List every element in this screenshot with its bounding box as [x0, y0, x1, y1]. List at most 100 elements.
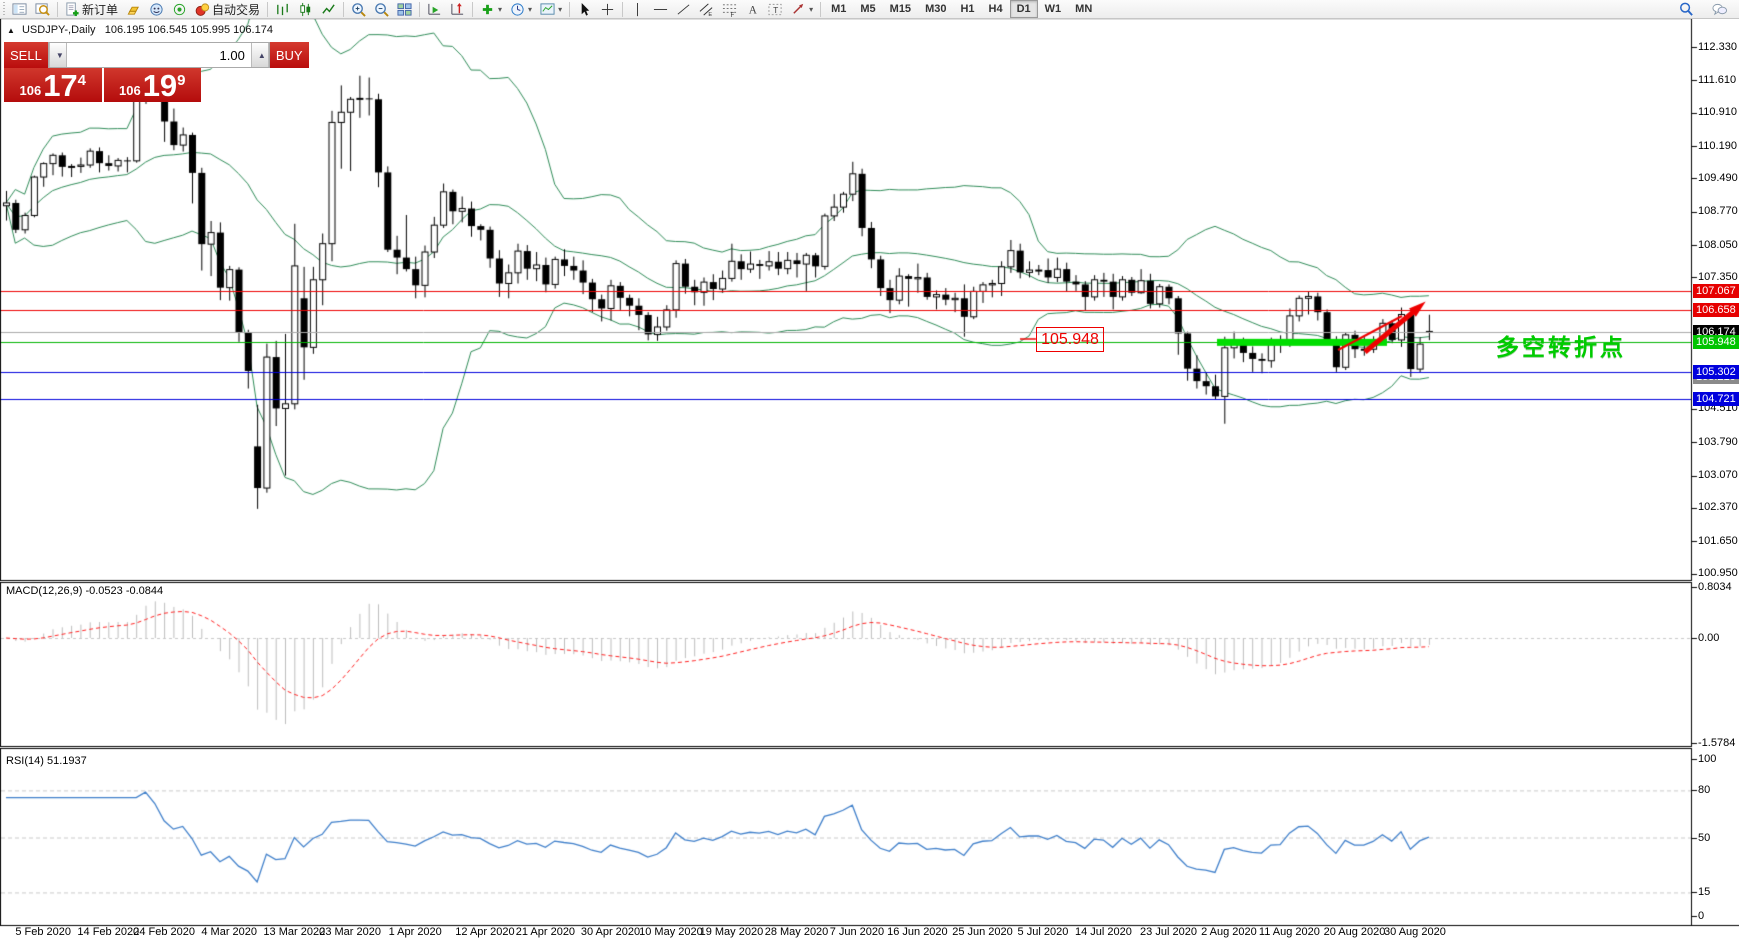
date-tick-label: 5 Jul 2020 — [1017, 926, 1069, 938]
crosshair-icon — [600, 2, 615, 17]
price-tick-label: 112.330 — [1698, 40, 1737, 53]
textA-icon: A — [745, 2, 760, 17]
caret-down-icon: ▼ — [55, 50, 64, 60]
data-window-button[interactable] — [31, 0, 54, 19]
one-click-trading-panel: SELL ▼ ▲ BUY 106 17 4 106 19 9 — [4, 42, 309, 103]
text-label-button[interactable]: T — [764, 0, 787, 19]
cursor-button[interactable] — [573, 0, 596, 19]
sell-price-pip: 4 — [77, 72, 87, 89]
equidistant-channel-button[interactable]: E — [695, 0, 718, 19]
date-tick-label: 19 May 2020 — [699, 926, 764, 938]
trend-turning-point-note[interactable]: 多空转折点 — [1496, 328, 1626, 362]
search-icon — [1679, 2, 1694, 17]
date-tick-label: 20 Aug 2020 — [1323, 926, 1386, 938]
indicators-button[interactable]: ▾ — [476, 0, 506, 19]
timeframe-m30-button[interactable]: M30 — [918, 0, 953, 18]
date-tick-label: 11 Aug 2020 — [1258, 926, 1320, 938]
candlestick-chart-button[interactable] — [294, 0, 317, 19]
shapes-icon — [791, 2, 806, 17]
indicator-tick-label: 80 — [1698, 783, 1711, 796]
buy-price-main: 19 — [142, 68, 178, 103]
chart-canvas[interactable] — [0, 0, 1739, 938]
timeframe-w1-button[interactable]: W1 — [1038, 0, 1069, 18]
gold-icon — [126, 2, 141, 17]
vertical-line-button[interactable] — [626, 0, 649, 19]
indicator-tick-label: 50 — [1698, 831, 1711, 844]
tile-icon — [397, 2, 412, 17]
timeframe-m5-button[interactable]: M5 — [853, 0, 882, 18]
date-tick-label: 24 Feb 2020 — [133, 926, 195, 938]
price-tick-label: 109.490 — [1698, 171, 1738, 184]
toolbar-separator — [820, 1, 822, 17]
dropdown-caret-icon[interactable]: ▾ — [809, 5, 813, 14]
chart-ohlc: 106.195 106.545 105.995 106.174 — [104, 24, 273, 36]
clock-icon — [510, 2, 525, 17]
volume-decrease-button[interactable]: ▼ — [48, 43, 67, 67]
search-button[interactable] — [1675, 0, 1698, 19]
community-chat-button[interactable] — [1708, 0, 1731, 19]
macd-label: MACD(12,26,9) -0.0523 -0.0844 — [6, 585, 164, 597]
templates-button[interactable]: ▾ — [536, 0, 566, 19]
timeframe-mn-button[interactable]: MN — [1068, 0, 1099, 18]
dropdown-caret-icon[interactable]: ▾ — [498, 5, 502, 14]
price-tick-label: 108.050 — [1698, 238, 1738, 251]
timeframe-h4-button[interactable]: H4 — [982, 0, 1010, 18]
fibonacci-button[interactable]: F — [718, 0, 741, 19]
price-annotation-box[interactable]: 105.948 — [1036, 327, 1104, 352]
tile-windows-button[interactable] — [393, 0, 416, 19]
chartplay-icon — [427, 2, 442, 17]
price-marker-label: 105.948 — [1693, 335, 1739, 350]
periods-button[interactable]: ▾ — [506, 0, 536, 19]
signals-button[interactable] — [168, 0, 191, 19]
date-tick-label: 30 Aug 2020 — [1384, 926, 1446, 938]
date-tick-label: 4 Mar 2020 — [201, 926, 258, 938]
expert-advisors-button[interactable] — [145, 0, 168, 19]
deposit-gold-button[interactable] — [122, 0, 145, 19]
trend-icon — [676, 2, 691, 17]
sell-button[interactable]: SELL — [4, 42, 48, 68]
sell-price[interactable]: 106 17 4 — [4, 68, 102, 102]
trendline-button[interactable] — [672, 0, 695, 19]
template-icon — [540, 2, 555, 17]
dropdown-caret-icon[interactable]: ▾ — [528, 5, 532, 14]
toolbar-separator — [343, 1, 345, 17]
arrows-button[interactable]: ▾ — [787, 0, 817, 19]
bar-chart-button[interactable] — [271, 0, 294, 19]
price-tick-label: 102.370 — [1698, 501, 1738, 514]
timeframe-m15-button[interactable]: M15 — [883, 0, 918, 18]
volume-input[interactable] — [66, 43, 251, 67]
volume-control: ▼ ▲ — [47, 42, 270, 68]
new-order-button[interactable]: 新订单 — [61, 0, 122, 19]
zoom-out-button[interactable] — [370, 0, 393, 19]
buy-price[interactable]: 106 19 9 — [103, 68, 201, 103]
zoomout-icon — [374, 2, 389, 17]
zoom-in-button[interactable] — [347, 0, 370, 19]
charts-panel-button[interactable] — [8, 0, 31, 19]
text-button[interactable]: A — [741, 0, 764, 19]
sell-price-prefix: 106 — [19, 83, 42, 98]
auto-trading-button[interactable]: 自动交易 — [191, 0, 264, 19]
chart-collapse-icon[interactable]: ▲ — [7, 26, 15, 35]
line-chart-button[interactable] — [317, 0, 340, 19]
toolbar-separator — [57, 1, 58, 17]
buy-button[interactable]: BUY — [269, 42, 309, 68]
timeframe-d1-button[interactable]: D1 — [1009, 0, 1038, 18]
horizontal-line-button[interactable] — [649, 0, 672, 19]
chart-shift-button[interactable] — [446, 0, 469, 19]
timeframe-h1-button[interactable]: H1 — [953, 0, 981, 18]
price-tick-label: 110.190 — [1698, 139, 1737, 152]
indicator-tick-label: 0.00 — [1698, 631, 1720, 644]
crosshair-button[interactable] — [596, 0, 619, 19]
dropdown-caret-icon[interactable]: ▾ — [558, 5, 562, 14]
date-tick-label: 21 Apr 2020 — [515, 926, 576, 938]
date-tick-label: 13 Mar 2020 — [263, 926, 326, 938]
date-tick-label: 28 May 2020 — [764, 926, 829, 938]
auto-scroll-button[interactable] — [423, 0, 446, 19]
date-tick-label: 23 Mar 2020 — [319, 926, 381, 938]
timeframe-m1-button[interactable]: M1 — [824, 0, 853, 18]
channel-icon: E — [699, 2, 714, 17]
datawin-icon — [35, 2, 50, 17]
caret-up-icon: ▲ — [257, 50, 266, 60]
volume-increase-button[interactable]: ▲ — [250, 43, 269, 67]
price-tick-label: 103.790 — [1698, 435, 1738, 448]
